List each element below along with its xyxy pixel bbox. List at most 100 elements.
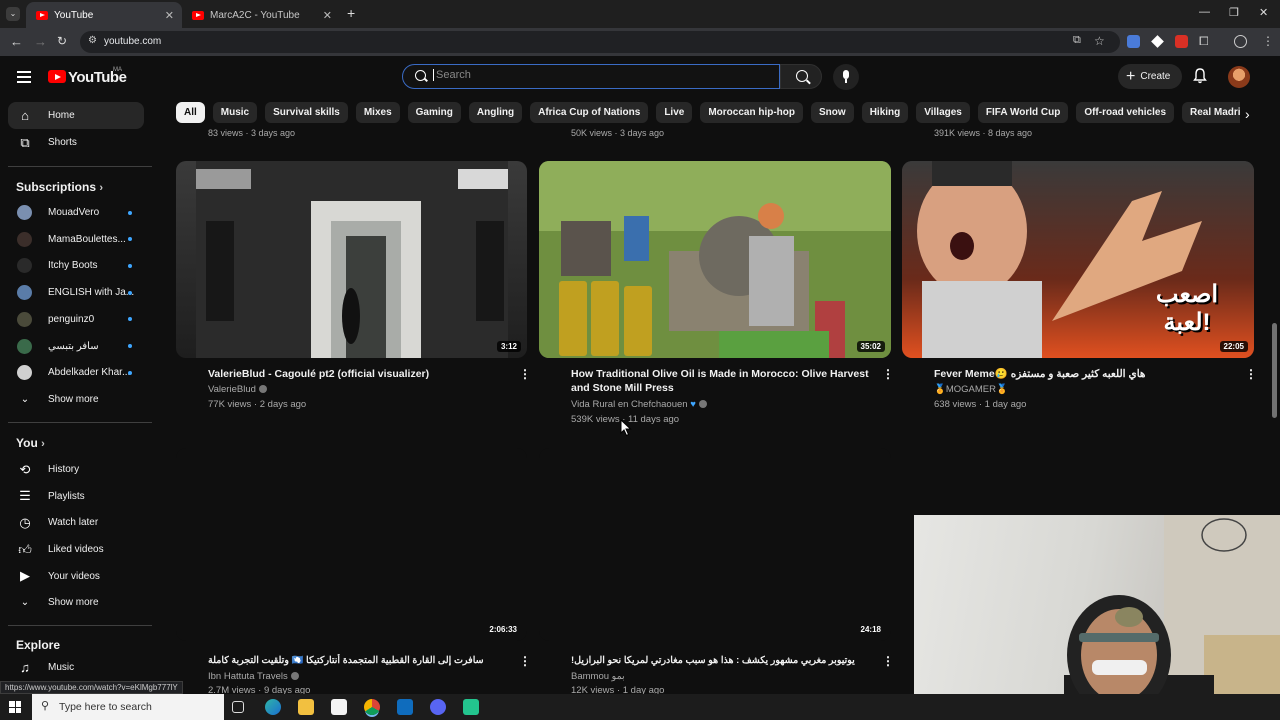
video-thumbnail[interactable]: 24:18 [539,448,891,641]
chip-villages[interactable]: Villages [916,102,970,123]
red-extension-icon[interactable] [1175,35,1188,48]
microsoft-store-icon[interactable] [331,699,347,715]
search-input[interactable] [433,69,763,81]
outlook-icon[interactable] [397,699,413,715]
chip-moroccan-hip-hop[interactable]: Moroccan hip-hop [700,102,804,123]
guide-menu-icon[interactable] [17,71,31,83]
back-icon[interactable]: ← [10,34,23,49]
video-meta: 391K views · 8 days ago [934,128,1033,138]
show-more-you[interactable]: ⌄ Show more [8,589,144,616]
edge-icon[interactable] [265,699,281,715]
sidebar-item-playlists[interactable]: ☰ Playlists [8,483,144,510]
video-thumbnail[interactable]: 2:06:33 [176,448,527,641]
chip-angling[interactable]: Angling [468,102,523,123]
task-view-icon[interactable] [232,701,244,713]
video-channel[interactable]: Bammou بمو [571,669,625,684]
subscription-item[interactable]: Itchy Boots [8,252,144,279]
bookmark-star-icon[interactable]: ☆ [1094,34,1105,48]
tab-search-dropdown-icon[interactable]: ⌄ [6,7,20,21]
video-channel[interactable]: ValerieBlud [208,382,267,397]
notifications-bell-icon[interactable] [1193,68,1207,84]
chip-fifa-world-cup[interactable]: FIFA World Cup [977,102,1069,123]
sidebar-item-watch-later[interactable]: ◷ Watch later [8,509,144,536]
video-meta: 12K views · 1 day ago [571,685,665,694]
chrome-icon[interactable] [364,699,380,715]
chevron-right-icon[interactable]: › [1245,106,1250,122]
video-title[interactable]: ValerieBlud - Cagoulé pt2 (official visu… [208,367,508,381]
more-actions-icon[interactable]: ⋮ [882,654,894,668]
subscription-item[interactable]: Abdelkader Khar... [8,359,144,386]
app-icon[interactable] [463,699,479,715]
file-explorer-icon[interactable] [298,699,314,715]
windows-start-icon[interactable] [9,701,21,713]
search-button[interactable] [780,64,822,89]
video-title[interactable]: Fever Meme🥲 هاي اللعبه كثير صعبة و مستفز… [934,367,1234,381]
chip-live[interactable]: Live [656,102,693,123]
tab-marca2c[interactable]: MarcA2C - YouTube ✕ [182,2,340,28]
show-more-subscriptions[interactable]: ⌄ Show more [8,386,144,413]
more-actions-icon[interactable]: ⋮ [519,367,531,381]
more-actions-icon[interactable]: ⋮ [882,367,894,381]
video-title[interactable]: How Traditional Olive Oil is Made in Mor… [571,367,876,395]
chip-survival-skills[interactable]: Survival skills [265,102,348,123]
omnibox[interactable]: ⚙ youtube.com ⧉ ☆ [80,31,1120,53]
video-title[interactable]: سافرت إلى القارة القطبية المتجمدة أنتارك… [208,654,508,668]
browser-menu-icon[interactable]: ⋮ [1262,34,1274,48]
chip-all[interactable]: All [176,102,205,123]
sidebar-item-shorts[interactable]: ⧉ Shorts [8,129,144,156]
sidebar-item-explore-music[interactable]: ♫ Music [8,654,144,681]
site-info-icon[interactable]: ⚙ [88,35,97,46]
sidebar-item-history[interactable]: ⟲ History [8,456,144,483]
subscriptions-heading[interactable]: Subscriptions › [16,180,103,194]
you-heading[interactable]: You › [16,436,45,450]
more-actions-icon[interactable]: ⋮ [1245,367,1257,381]
video-thumbnail[interactable]: 35:02 [539,161,891,358]
scrollbar-thumb[interactable] [1272,323,1277,418]
subscription-item[interactable]: MamaBoulettes... [8,226,144,253]
close-window-icon[interactable]: ✕ [1259,6,1268,19]
account-avatar[interactable] [1228,66,1250,88]
youtube-logo-icon[interactable] [48,70,66,83]
close-tab-icon[interactable]: ✕ [323,9,332,22]
taskbar-search-box[interactable]: ⚲ Type here to search [32,694,224,720]
sidebar-item-home[interactable]: ⌂ Home [8,102,144,129]
search-box[interactable] [402,64,780,89]
chip-mixes[interactable]: Mixes [355,102,400,123]
video-title[interactable]: يوتيوبر مغربي مشهور يكشف : هذا هو سبب مغ… [571,654,876,668]
video-thumbnail[interactable]: 3:12 [176,161,527,358]
voice-search-mic-icon[interactable] [833,64,859,90]
chip-snow[interactable]: Snow [811,102,854,123]
video-channel[interactable]: 🏅MOGAMER🏅 [934,382,1008,397]
chip-gaming[interactable]: Gaming [407,102,461,123]
create-button[interactable]: + Create [1118,64,1182,89]
chip-hiking[interactable]: Hiking [861,102,909,123]
diamond-extension-icon[interactable] [1151,35,1164,48]
sidebar-item-your-videos[interactable]: ▶ Your videos [8,563,144,590]
video-channel[interactable]: Vida Rural en Chefchaouen ♥ [571,397,707,412]
close-tab-icon[interactable]: ✕ [165,9,174,22]
reload-icon[interactable]: ↻ [57,34,67,48]
extensions-puzzle-icon[interactable]: ⧠ [1199,34,1209,49]
new-tab-icon[interactable]: + [347,5,355,21]
chip-africa-cup-of-nations[interactable]: Africa Cup of Nations [530,102,649,123]
video-thumbnail[interactable]: اصعب لعبة! 22:05 [902,161,1254,358]
subscription-item[interactable]: ENGLISH with Ja... [8,279,144,306]
video-channel[interactable]: Ibn Hattuta Travels [208,669,299,684]
tab-youtube[interactable]: YouTube ✕ [26,2,182,28]
profile-icon[interactable] [1234,35,1247,48]
restore-icon[interactable]: ❐ [1229,6,1239,19]
subscription-item[interactable]: سافر بتبسي [8,333,144,360]
translate-extension-icon[interactable] [1127,35,1140,48]
chip-off-road-vehicles[interactable]: Off-road vehicles [1076,102,1175,123]
install-app-icon[interactable]: ⧉ [1073,34,1081,47]
sidebar-item-liked-videos[interactable]: 👍︎ Liked videos [8,536,144,563]
minimize-icon[interactable]: — [1199,6,1210,18]
subscription-item[interactable]: penguinz0 [8,306,144,333]
chip-real-madrid-cf[interactable]: Real Madrid CF [1182,102,1240,123]
chip-music[interactable]: Music [212,102,258,123]
forward-icon[interactable]: → [34,34,47,49]
olive-press-thumbnail-image [539,161,891,358]
discord-icon[interactable] [430,699,446,715]
subscription-item[interactable]: MouadVero [8,199,144,226]
more-actions-icon[interactable]: ⋮ [519,654,531,668]
